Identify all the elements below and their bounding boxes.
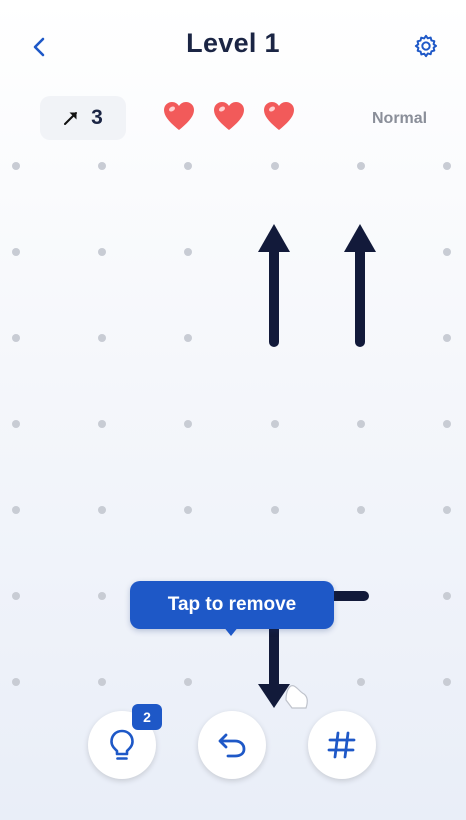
difficulty-label: Normal xyxy=(372,110,428,127)
undo-button[interactable] xyxy=(198,711,266,779)
gear-icon xyxy=(414,34,438,58)
settings-button[interactable] xyxy=(410,30,442,62)
diagonal-arrow-icon xyxy=(64,112,78,125)
lives xyxy=(162,100,296,132)
bottom-controls xyxy=(0,708,466,788)
up-arrow-right[interactable] xyxy=(344,224,376,347)
heart-icon xyxy=(164,102,194,130)
hint-count-badge: 2 xyxy=(132,704,162,730)
arrows-remaining: 3 xyxy=(40,96,126,140)
tap-to-remove-tooltip: Tap to remove xyxy=(130,581,334,629)
heart-icon xyxy=(214,102,244,130)
header: Level 1 xyxy=(0,0,466,92)
lightbulb-icon xyxy=(110,729,134,760)
tooltip-tail xyxy=(223,626,239,636)
arrows-remaining-count: 3 xyxy=(91,106,103,129)
heart-icon xyxy=(264,102,294,130)
page-title: Level 1 xyxy=(186,28,280,58)
grid-toggle-button[interactable] xyxy=(308,711,376,779)
up-arrow-left[interactable] xyxy=(258,224,290,347)
undo-icon xyxy=(218,733,246,758)
pointer-hand-icon xyxy=(285,685,308,709)
hash-icon xyxy=(327,731,356,759)
